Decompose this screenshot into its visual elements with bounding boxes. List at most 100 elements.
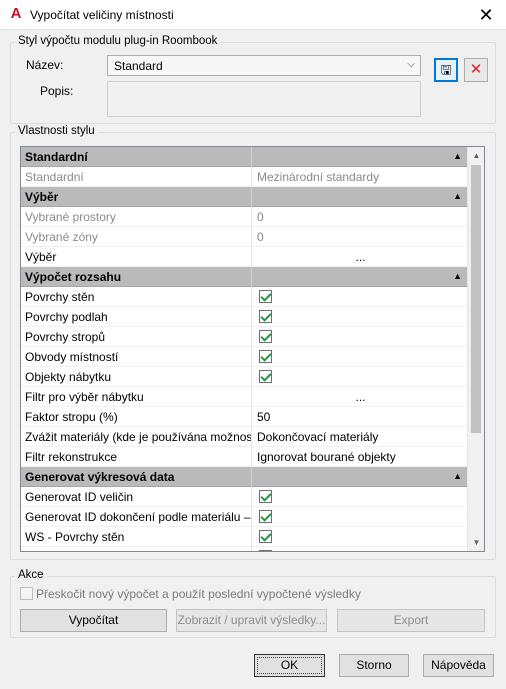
delete-style-button[interactable]: ✕ (464, 58, 488, 82)
category-label: Generovat výkresová data (21, 467, 252, 487)
property-value[interactable]: 0 (253, 227, 468, 247)
property-checkbox[interactable] (253, 487, 468, 507)
property-name: Obvody místností (21, 347, 252, 367)
property-name: Filtr pro výběr nábytku (21, 387, 252, 407)
checkmark-icon[interactable] (259, 510, 272, 523)
category-label: Výpočet rozsahu (21, 267, 252, 287)
skip-recalc-checkbox[interactable] (20, 587, 33, 600)
description-label: Popis: (40, 84, 74, 98)
property-row[interactable]: Obvody místností (21, 347, 484, 367)
property-value[interactable]: Mezinárodní standardy (253, 167, 468, 187)
category-row[interactable]: Výpočet rozsahu ▲ (21, 267, 484, 287)
scroll-down-icon[interactable]: ▼ (468, 534, 484, 551)
property-row[interactable]: WS - Povrchy stěn (21, 527, 484, 547)
property-row[interactable]: Povrchy stropů (21, 327, 484, 347)
window-title: Vypočítat veličiny místnosti (30, 8, 174, 22)
show-edit-results-button[interactable]: Zobrazit / upravit výsledky... (176, 609, 327, 632)
property-name: Objekty nábytku (21, 367, 252, 387)
ok-button[interactable]: OK (254, 654, 325, 677)
property-name: Filtr rekonstrukce (21, 447, 252, 467)
property-row[interactable]: Generovat ID dokončení podle materiálu – (21, 507, 484, 527)
delete-x-icon: ✕ (469, 61, 483, 78)
checkmark-icon[interactable] (259, 370, 272, 383)
property-row[interactable]: Standardní Mezinárodní standardy (21, 167, 484, 187)
property-grid-rows: Standardní ▲ Standardní Mezinárodní standar… (21, 147, 484, 551)
checkmark-icon[interactable] (259, 550, 272, 551)
chevron-down-icon: ⌵ (407, 59, 415, 70)
property-checkbox[interactable] (253, 347, 468, 367)
property-checkbox[interactable] (253, 527, 468, 547)
property-checkbox[interactable] (253, 327, 468, 347)
property-name: Výběr (21, 247, 252, 267)
category-label: Výběr (21, 187, 252, 207)
skip-recalc-label: Přeskočit nový výpočet a použít poslední… (36, 587, 361, 601)
close-icon[interactable]: ✕ (466, 0, 506, 30)
style-name-value: Standard (114, 59, 163, 73)
checkmark-icon[interactable] (259, 330, 272, 343)
style-name-combobox[interactable]: Standard ⌵ (107, 55, 421, 76)
properties-group-title: Vlastnosti stylu (15, 125, 98, 137)
export-button[interactable]: Export (337, 609, 485, 632)
vertical-scrollbar[interactable]: ▲ ▼ (467, 147, 484, 551)
property-name: Povrchy stropů (21, 327, 252, 347)
ellipsis-button[interactable]: ... (253, 247, 468, 267)
category-row[interactable]: Generovat výkresová data ▲ (21, 467, 484, 487)
save-style-button[interactable]: 🖫 (434, 58, 458, 82)
property-name: WS - Povrchy stěn (21, 527, 252, 547)
collapse-arrow-icon[interactable]: ▲ (253, 467, 468, 487)
property-name: Generovat ID dokončení podle materiálu – (21, 507, 252, 527)
property-row[interactable]: FS - Povrchy podlah (21, 547, 484, 551)
checkmark-icon[interactable] (259, 350, 272, 363)
property-value[interactable]: Ignorovat bourané objekty (253, 447, 468, 467)
property-row[interactable]: Vybrané zóny 0 (21, 227, 484, 247)
property-value[interactable]: Dokončovací materiály (253, 427, 468, 447)
checkmark-icon[interactable] (259, 490, 272, 503)
collapse-arrow-icon[interactable]: ▲ (253, 187, 468, 207)
property-name: FS - Povrchy podlah (21, 547, 252, 551)
property-checkbox[interactable] (253, 367, 468, 387)
property-row[interactable]: Generovat ID veličin (21, 487, 484, 507)
collapse-arrow-icon[interactable]: ▲ (253, 147, 468, 167)
help-button[interactable]: Nápověda (423, 654, 494, 677)
name-label: Název: (26, 58, 64, 72)
property-row[interactable]: Objekty nábytku (21, 367, 484, 387)
title-bar: A Vypočítat veličiny místnosti ✕ (0, 0, 506, 30)
property-row[interactable]: Filtr rekonstrukce Ignorovat bourané obje… (21, 447, 484, 467)
property-value[interactable]: 0 (253, 207, 468, 227)
property-name: Generovat ID veličin (21, 487, 252, 507)
property-checkbox[interactable] (253, 547, 468, 551)
property-value[interactable]: 50 (253, 407, 468, 427)
property-row[interactable]: Povrchy stěn (21, 287, 484, 307)
property-row[interactable]: Povrchy podlah (21, 307, 484, 327)
property-name: Povrchy stěn (21, 287, 252, 307)
property-checkbox[interactable] (253, 507, 468, 527)
collapse-arrow-icon[interactable]: ▲ (253, 267, 468, 287)
category-row[interactable]: Výběr ▲ (21, 187, 484, 207)
property-grid[interactable]: Standardní ▲ Standardní Mezinárodní standar… (20, 146, 485, 552)
property-name: Faktor stropu (%) (21, 407, 252, 427)
scrollbar-thumb[interactable] (471, 165, 481, 433)
property-name: Zvážit materiály (kde je používána možno… (21, 427, 252, 447)
checkmark-icon[interactable] (259, 530, 272, 543)
calculate-button[interactable]: Vypočítat (20, 609, 167, 632)
property-checkbox[interactable] (253, 287, 468, 307)
category-row[interactable]: Standardní ▲ (21, 147, 484, 167)
property-row[interactable]: Výběr... (21, 247, 484, 267)
property-row[interactable]: Filtr pro výběr nábytku... (21, 387, 484, 407)
checkmark-icon[interactable] (259, 290, 272, 303)
save-edit-icon: 🖫 (440, 62, 452, 77)
property-checkbox[interactable] (253, 307, 468, 327)
property-row[interactable]: Faktor stropu (%) 50 (21, 407, 484, 427)
cancel-button[interactable]: Storno (339, 654, 409, 677)
scroll-up-icon[interactable]: ▲ (468, 147, 484, 164)
description-field[interactable] (107, 81, 421, 117)
actions-group-title: Akce (15, 569, 47, 581)
ellipsis-button[interactable]: ... (253, 387, 468, 407)
property-row[interactable]: Zvážit materiály (kde je používána možno… (21, 427, 484, 447)
property-name: Povrchy podlah (21, 307, 252, 327)
checkmark-icon[interactable] (259, 310, 272, 323)
category-label: Standardní (21, 147, 252, 167)
style-group-title: Styl výpočtu modulu plug-in Roombook (15, 35, 221, 47)
property-row[interactable]: Vybrané prostory 0 (21, 207, 484, 227)
autocad-logo-icon: A (10, 5, 22, 22)
